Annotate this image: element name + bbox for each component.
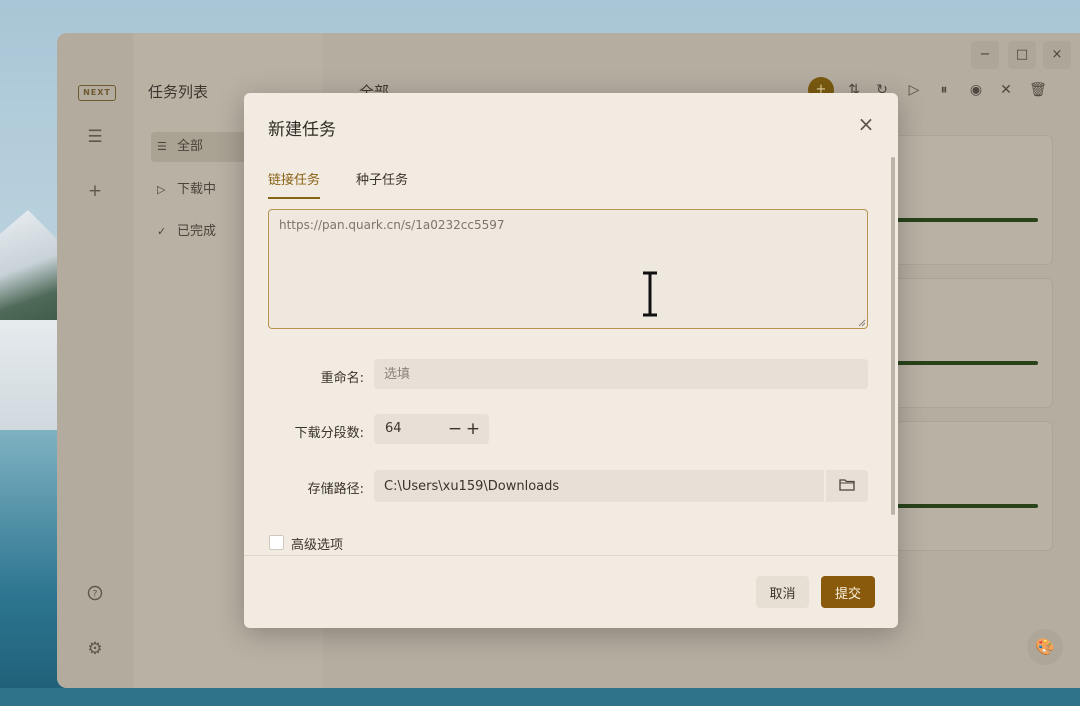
decrement-button[interactable]: − bbox=[447, 414, 463, 444]
taskbar-edge bbox=[0, 688, 1080, 706]
path-input[interactable] bbox=[374, 470, 824, 502]
list-icon: ☰ bbox=[157, 140, 167, 153]
trash-icon[interactable]: 🗑 bbox=[1028, 80, 1048, 100]
help-icon[interactable]: ? bbox=[83, 584, 107, 608]
plus-icon[interactable]: + bbox=[83, 179, 107, 203]
cancel-button[interactable]: 取消 bbox=[756, 576, 809, 608]
cancel-icon[interactable]: ✕ bbox=[996, 80, 1016, 100]
resize-grip-icon[interactable] bbox=[858, 319, 866, 327]
url-input[interactable]: https://pan.quark.cn/s/1a0232cc5597 bbox=[268, 209, 868, 329]
close-icon[interactable]: × bbox=[855, 113, 877, 135]
sidebar-item-label: 下载中 bbox=[177, 182, 217, 197]
check-icon: ✓ bbox=[157, 225, 167, 238]
palette-icon[interactable]: 🎨 bbox=[1027, 629, 1063, 665]
maximize-button[interactable]: □ bbox=[1008, 41, 1036, 69]
segments-stepper[interactable]: 64 − + bbox=[374, 414, 489, 444]
app-logo: NEXT bbox=[78, 85, 116, 101]
record-icon[interactable]: ◉ bbox=[966, 80, 986, 100]
nav-rail: NEXT ☰ + ? ⚙ bbox=[57, 33, 133, 688]
advanced-options-checkbox[interactable] bbox=[269, 535, 284, 550]
text-cursor-icon bbox=[643, 271, 657, 317]
play-icon: ▷ bbox=[157, 183, 166, 196]
new-task-dialog: 新建任务 × 链接任务 种子任务 https://pan.quark.cn/s/… bbox=[244, 93, 898, 628]
sidebar-item-label: 已完成 bbox=[177, 224, 217, 239]
divider bbox=[244, 555, 898, 556]
rename-input[interactable] bbox=[374, 359, 868, 389]
svg-text:?: ? bbox=[93, 590, 98, 600]
sidebar-title: 任务列表 bbox=[148, 83, 209, 101]
increment-button[interactable]: + bbox=[465, 414, 481, 444]
path-label: 存储路径: bbox=[307, 482, 364, 497]
play-icon[interactable]: ▷ bbox=[904, 80, 924, 100]
gear-icon[interactable]: ⚙ bbox=[83, 637, 107, 661]
pause-icon[interactable]: ⏸ bbox=[934, 80, 954, 100]
list-icon[interactable]: ☰ bbox=[83, 125, 107, 149]
advanced-options-label: 高级选项 bbox=[291, 538, 344, 553]
close-window-button[interactable]: × bbox=[1043, 41, 1071, 69]
tab-link-task[interactable]: 链接任务 bbox=[268, 169, 321, 199]
segments-label: 下载分段数: bbox=[294, 426, 364, 441]
scrollbar[interactable] bbox=[891, 157, 895, 515]
folder-icon[interactable] bbox=[826, 470, 868, 502]
segments-value: 64 bbox=[385, 421, 402, 436]
dialog-title: 新建任务 bbox=[268, 120, 336, 140]
minimize-button[interactable]: − bbox=[971, 41, 999, 69]
rename-label: 重命名: bbox=[320, 371, 364, 386]
tab-torrent-task[interactable]: 种子任务 bbox=[356, 169, 408, 197]
submit-button[interactable]: 提交 bbox=[821, 576, 875, 608]
sidebar-item-label: 全部 bbox=[177, 139, 204, 154]
